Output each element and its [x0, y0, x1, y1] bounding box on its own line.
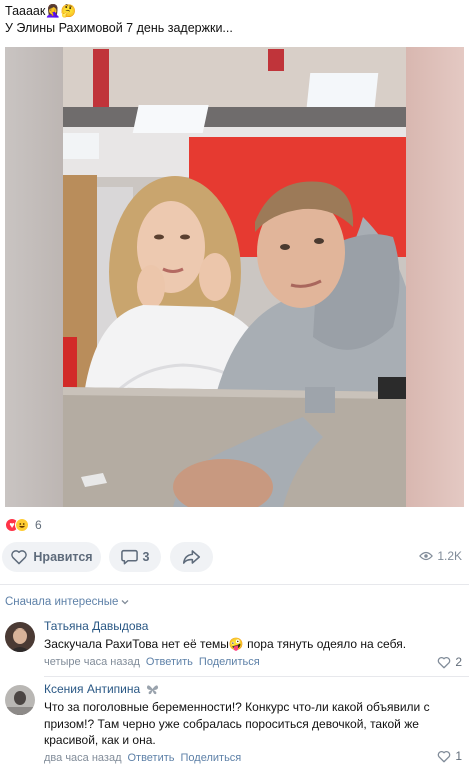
post-text-line-2: У Элины Рахимовой 7 день задержки... [5, 21, 233, 35]
comment-count: 3 [142, 550, 150, 564]
views-counter: 1.2K [419, 549, 462, 563]
section-divider [0, 584, 469, 585]
comment-like-count: 1 [455, 749, 462, 763]
avatar[interactable] [5, 685, 35, 715]
views-count: 1.2K [437, 549, 462, 563]
butterfly-icon [147, 685, 159, 695]
comment-button[interactable]: 3 [109, 542, 161, 572]
comment-like-button[interactable]: 2 [437, 655, 462, 669]
comment-like-button[interactable]: 1 [437, 749, 462, 763]
reactions-summary[interactable]: ♥ 6 [5, 516, 42, 534]
like-button[interactable]: Нравится [2, 542, 101, 572]
comment-share-button[interactable]: Поделиться [199, 656, 260, 668]
post-text-line-1: Таааак🤦‍♀️🤔 [5, 4, 77, 18]
post-photo[interactable] [5, 47, 464, 507]
sort-label: Сначала интересные [5, 596, 119, 608]
share-button[interactable] [170, 542, 213, 572]
comment-meta: четыре часа назад Ответить Поделиться [44, 656, 449, 668]
laugh-icon [15, 518, 29, 532]
comment-share-button[interactable]: Поделиться [181, 752, 242, 764]
like-label: Нравится [33, 550, 93, 564]
comment-item: Ксения Антипина Что за поголовные береме… [0, 681, 469, 767]
photo-blur-right [406, 47, 464, 507]
comment-author-name[interactable]: Ксения Антипина [44, 681, 140, 698]
share-icon [182, 550, 201, 564]
comment-item: Татьяна Давыдова Заскучала РахиТова нет … [0, 618, 469, 677]
post-text: Таааак🤦‍♀️🤔 У Элины Рахимовой 7 день зад… [5, 3, 465, 37]
heart-outline-icon [438, 750, 451, 762]
post-actions: Нравится 3 1.2K [0, 542, 469, 574]
comment-author-name[interactable]: Татьяна Давыдова [44, 618, 148, 635]
comment-text: Заскучала РахиТова нет её темы🤪 пора тян… [44, 637, 407, 651]
comment-time[interactable]: четыре часа назад [44, 656, 140, 668]
comment-text: Что за поголовные беременности!? Конкурс… [44, 700, 430, 747]
reaction-icons: ♥ [5, 518, 29, 532]
comment-time[interactable]: два часа назад [44, 752, 121, 764]
comment-divider [44, 676, 469, 677]
heart-outline-icon [11, 550, 28, 565]
heart-outline-icon [438, 656, 451, 668]
comments-sort-dropdown[interactable]: Сначала интересные [5, 596, 129, 608]
comment-icon [120, 549, 138, 565]
reply-button[interactable]: Ответить [146, 656, 193, 668]
chevron-down-icon [121, 600, 129, 605]
reply-button[interactable]: Ответить [127, 752, 174, 764]
comment-author[interactable]: Татьяна Давыдова [44, 618, 449, 635]
photo-blur-left [5, 47, 63, 507]
eye-icon [419, 551, 434, 561]
avatar[interactable] [5, 622, 35, 652]
comment-like-count: 2 [455, 655, 462, 669]
comment-meta: два часа назад Ответить Поделиться [44, 752, 449, 764]
comment-author[interactable]: Ксения Антипина [44, 681, 449, 698]
reaction-count: 6 [35, 518, 42, 532]
photo-image [63, 47, 406, 507]
